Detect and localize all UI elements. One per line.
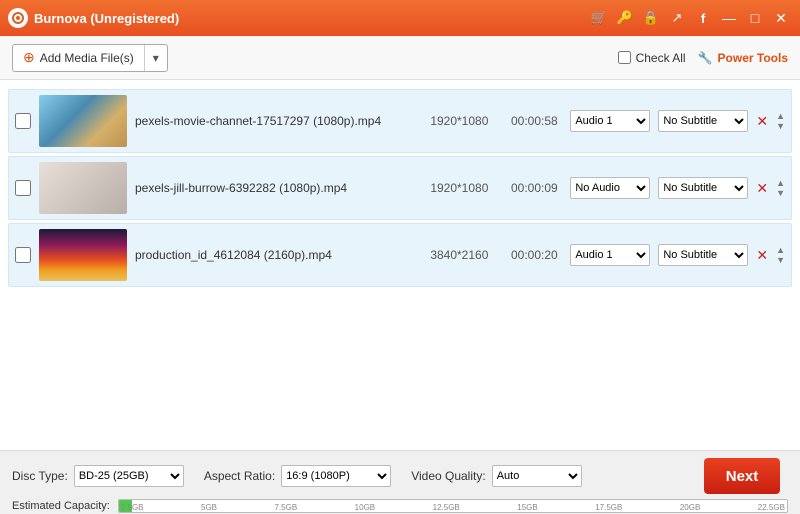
resolution-3: 3840*2160 bbox=[420, 248, 498, 262]
tick-15gb: 15GB bbox=[517, 503, 537, 512]
add-media-main[interactable]: ⊕ Add Media File(s) bbox=[13, 45, 145, 71]
add-icon: ⊕ bbox=[23, 49, 35, 66]
next-button[interactable]: Next bbox=[704, 458, 780, 494]
sort-up-icon-3[interactable]: ▲ bbox=[776, 246, 785, 255]
facebook-icon[interactable]: f bbox=[692, 7, 714, 29]
duration-3: 00:00:20 bbox=[506, 248, 562, 262]
aspect-ratio-label: Aspect Ratio: bbox=[204, 469, 275, 483]
key-icon[interactable]: 🔑 bbox=[614, 7, 636, 29]
row-checkbox-2[interactable] bbox=[15, 180, 31, 196]
video-quality-label: Video Quality: bbox=[411, 469, 486, 483]
thumbnail-1 bbox=[39, 95, 127, 147]
check-all-control[interactable]: Check All bbox=[618, 51, 686, 65]
sort-arrows-3[interactable]: ▲ ▼ bbox=[776, 246, 785, 265]
settings-row: Disc Type: BD-25 (25GB) BD-50 (50GB) DVD… bbox=[0, 452, 800, 496]
capacity-row: Estimated Capacity: 2.5GB 5GB 7.5GB 10GB… bbox=[0, 499, 800, 513]
estimated-capacity-label: Estimated Capacity: bbox=[12, 500, 110, 512]
cart-icon[interactable]: 🛒 bbox=[588, 7, 610, 29]
sort-arrows-1[interactable]: ▲ ▼ bbox=[776, 112, 785, 131]
delete-button-2[interactable]: ✕ bbox=[756, 180, 768, 197]
toolbar: ⊕ Add Media File(s) ▾ Check All 🔧 Power … bbox=[0, 36, 800, 80]
maximize-button[interactable]: □ bbox=[744, 7, 766, 29]
tick-2-5gb: 2.5GB bbox=[121, 503, 144, 512]
sort-down-icon-2[interactable]: ▼ bbox=[776, 189, 785, 198]
tick-22-5gb: 22.5GB bbox=[758, 503, 785, 512]
tick-7-5gb: 7.5GB bbox=[275, 503, 298, 512]
aspect-ratio-group: Aspect Ratio: 16:9 (1080P) 4:3 16:9 (720… bbox=[204, 465, 391, 487]
titlebar-left: Burnova (Unregistered) bbox=[8, 8, 179, 28]
filename-3: production_id_4612084 (2160p).mp4 bbox=[135, 248, 412, 262]
delete-button-3[interactable]: ✕ bbox=[756, 247, 768, 264]
thumbnail-3 bbox=[39, 229, 127, 281]
subtitle-select-1[interactable]: No Subtitle bbox=[658, 110, 748, 132]
table-row: pexels-jill-burrow-6392282 (1080p).mp4 1… bbox=[8, 156, 792, 220]
titlebar-controls: 🛒 🔑 🔒 ↗ f — □ ✕ bbox=[588, 7, 792, 29]
capacity-bar: 2.5GB 5GB 7.5GB 10GB 12.5GB 15GB 17.5GB … bbox=[118, 499, 788, 513]
lock-icon[interactable]: 🔒 bbox=[640, 7, 662, 29]
subtitle-select-2[interactable]: No Subtitle bbox=[658, 177, 748, 199]
app-title: Burnova (Unregistered) bbox=[34, 11, 179, 26]
duration-1: 00:00:58 bbox=[506, 114, 562, 128]
filename-2: pexels-jill-burrow-6392282 (1080p).mp4 bbox=[135, 181, 412, 195]
minimize-button[interactable]: — bbox=[718, 7, 740, 29]
row-checkbox-1[interactable] bbox=[15, 113, 31, 129]
power-tools-label: Power Tools bbox=[718, 51, 788, 65]
tick-17-5gb: 17.5GB bbox=[595, 503, 622, 512]
tick-20gb: 20GB bbox=[680, 503, 700, 512]
audio-select-2[interactable]: No Audio Audio 1 bbox=[570, 177, 650, 199]
disc-type-group: Disc Type: BD-25 (25GB) BD-50 (50GB) DVD… bbox=[12, 465, 184, 487]
row-checkbox-3[interactable] bbox=[15, 247, 31, 263]
resolution-2: 1920*1080 bbox=[420, 181, 498, 195]
sort-up-icon-1[interactable]: ▲ bbox=[776, 112, 785, 121]
app-logo bbox=[8, 8, 28, 28]
titlebar: Burnova (Unregistered) 🛒 🔑 🔒 ↗ f — □ ✕ bbox=[0, 0, 800, 36]
filename-1: pexels-movie-channet-17517297 (1080p).mp… bbox=[135, 114, 412, 128]
sort-arrows-2[interactable]: ▲ ▼ bbox=[776, 179, 785, 198]
power-tools-button[interactable]: 🔧 Power Tools bbox=[698, 51, 788, 65]
delete-button-1[interactable]: ✕ bbox=[756, 113, 768, 130]
disc-type-label: Disc Type: bbox=[12, 469, 68, 483]
table-row: production_id_4612084 (2160p).mp4 3840*2… bbox=[8, 223, 792, 287]
bottombar: Disc Type: BD-25 (25GB) BD-50 (50GB) DVD… bbox=[0, 450, 800, 514]
sort-up-icon-2[interactable]: ▲ bbox=[776, 179, 785, 188]
add-media-button[interactable]: ⊕ Add Media File(s) ▾ bbox=[12, 44, 168, 72]
resolution-1: 1920*1080 bbox=[420, 114, 498, 128]
sort-down-icon-3[interactable]: ▼ bbox=[776, 256, 785, 265]
tick-10gb: 10GB bbox=[355, 503, 375, 512]
aspect-ratio-select[interactable]: 16:9 (1080P) 4:3 16:9 (720P) bbox=[281, 465, 391, 487]
add-media-dropdown-arrow[interactable]: ▾ bbox=[145, 45, 167, 71]
disc-type-select[interactable]: BD-25 (25GB) BD-50 (50GB) DVD-5 (4.7GB) bbox=[74, 465, 184, 487]
media-list: pexels-movie-channet-17517297 (1080p).mp… bbox=[0, 80, 800, 450]
table-row: pexels-movie-channet-17517297 (1080p).mp… bbox=[8, 89, 792, 153]
add-media-label: Add Media File(s) bbox=[40, 51, 134, 65]
sort-down-icon-1[interactable]: ▼ bbox=[776, 122, 785, 131]
video-quality-select[interactable]: Auto High Medium Low bbox=[492, 465, 582, 487]
check-all-label: Check All bbox=[636, 51, 686, 65]
tick-5gb: 5GB bbox=[201, 503, 217, 512]
audio-select-3[interactable]: Audio 1 No Audio bbox=[570, 244, 650, 266]
video-quality-group: Video Quality: Auto High Medium Low bbox=[411, 465, 582, 487]
duration-2: 00:00:09 bbox=[506, 181, 562, 195]
audio-select-1[interactable]: Audio 1 No Audio bbox=[570, 110, 650, 132]
thumbnail-2 bbox=[39, 162, 127, 214]
wrench-icon: 🔧 bbox=[698, 51, 713, 65]
close-button[interactable]: ✕ bbox=[770, 7, 792, 29]
share-icon[interactable]: ↗ bbox=[666, 7, 688, 29]
toolbar-right: Check All 🔧 Power Tools bbox=[618, 51, 788, 65]
check-all-checkbox[interactable] bbox=[618, 51, 631, 64]
subtitle-select-3[interactable]: No Subtitle bbox=[658, 244, 748, 266]
tick-12-5gb: 12.5GB bbox=[433, 503, 460, 512]
